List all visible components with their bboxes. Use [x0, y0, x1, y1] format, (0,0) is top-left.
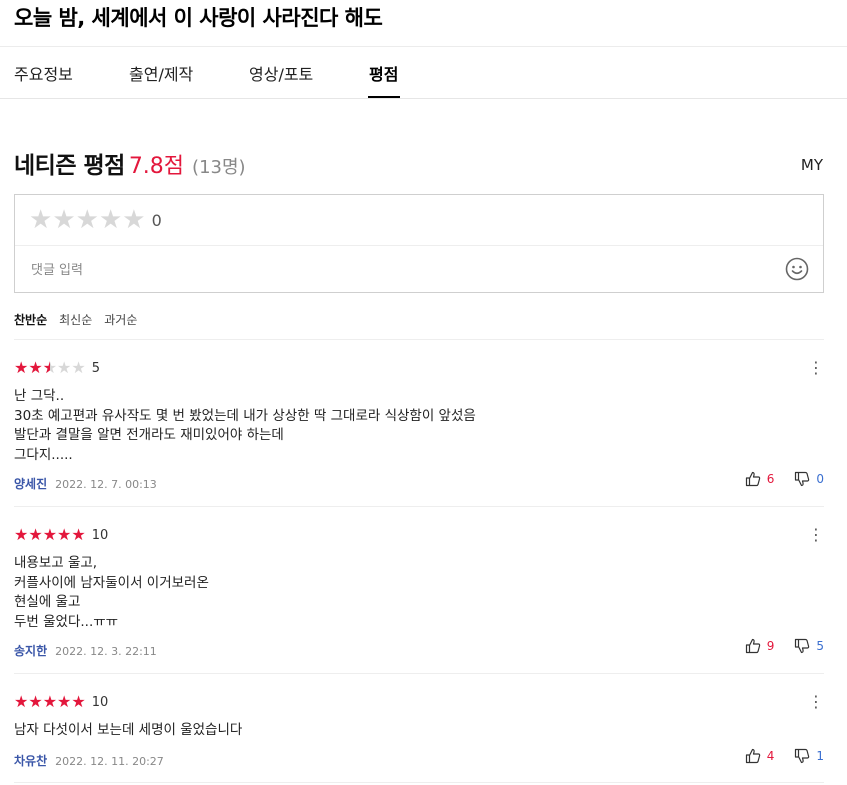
review-text: 남자 다섯이서 보는데 세명이 울었습니다 — [14, 722, 243, 738]
star-half-icon: ★ — [43, 360, 57, 377]
downvote-count: 0 — [816, 472, 824, 486]
rating-label: 네티즌 평점 — [14, 153, 125, 179]
page-title: 오늘 밤, 세계에서 이 사랑이 사라진다 해도 — [14, 6, 383, 30]
star-icon: ★ — [14, 692, 29, 711]
star-icon: ★ — [14, 525, 29, 544]
review-rating: ★ ★ ★ ★ ★ 5 — [14, 358, 100, 377]
tab-media[interactable]: 영상/포토 — [249, 61, 313, 85]
divider — [15, 245, 823, 246]
rating-score: 7.8점 — [128, 154, 185, 179]
rating-header: 네티즌 평점 7.8점 (13명) — [14, 146, 246, 180]
comment-input[interactable] — [31, 255, 771, 285]
review-meta: 송지한 2022. 12. 3. 22:11 — [14, 640, 157, 659]
review-score: 10 — [91, 527, 109, 543]
review-meta: 양세진 2022. 12. 7. 00:13 — [14, 473, 157, 492]
sort-latest[interactable]: 최신순 — [59, 313, 92, 327]
review-date: 2022. 12. 11. 20:27 — [55, 755, 164, 768]
star-icon[interactable]: ★ — [29, 207, 52, 233]
sort-recommended[interactable]: 찬반순 — [14, 313, 47, 327]
tab-cast[interactable]: 출연/제작 — [129, 61, 193, 85]
more-options-icon[interactable]: ⋮ — [808, 360, 824, 376]
star-icon: ★ — [28, 525, 43, 544]
rating-count: (13명) — [192, 157, 246, 178]
review-rating: ★ ★ ★ ★ ★ 10 — [14, 527, 108, 543]
thumbs-up-icon[interactable] — [745, 638, 761, 654]
review-votes: 4 1 — [745, 748, 824, 764]
emoji-icon[interactable] — [785, 257, 809, 281]
review-date: 2022. 12. 3. 22:11 — [55, 645, 157, 658]
tab-ratings[interactable]: 평점 — [369, 61, 398, 85]
star-icon: ★ — [71, 525, 86, 544]
star-icon: ★ — [57, 358, 72, 377]
downvote-count: 5 — [816, 639, 824, 653]
thumbs-down-icon[interactable] — [794, 638, 810, 654]
review-score: 5 — [91, 360, 100, 376]
star-icon: ★ — [28, 358, 43, 377]
star-icon: ★ — [14, 358, 29, 377]
my-rating-link[interactable]: MY — [801, 156, 823, 174]
sort-options: 찬반순 최신순 과거순 — [14, 311, 149, 328]
review-votes: 6 0 — [745, 471, 824, 487]
review-score: 10 — [91, 694, 109, 710]
star-icon: ★ — [57, 525, 72, 544]
divider — [14, 782, 824, 783]
star-icon: ★ — [42, 692, 58, 711]
sort-oldest[interactable]: 과거순 — [104, 313, 137, 327]
star-input[interactable]: ★ ★ ★ ★ ★ 0 — [29, 207, 162, 233]
more-options-icon[interactable]: ⋮ — [808, 527, 824, 543]
review-item: ★ ★ ★ ★ ★ 10 ⋮ 내용보고 울고, 커플사이에 남자둘이서 이거보러… — [14, 527, 824, 667]
review-item: ★ ★ ★ ★ ★ 5 ⋮ 난 그닥.. 30초 예고편과 유사작도 몇 번 봤… — [14, 360, 824, 500]
review-text: 내용보고 울고, 커플사이에 남자둘이서 이거보러온 현실에 울고 두번 울었다… — [14, 555, 209, 630]
divider — [14, 673, 824, 674]
star-input-value: 0 — [151, 210, 162, 230]
thumbs-up-icon[interactable] — [745, 748, 761, 764]
review-item: ★ ★ ★ ★ ★ 10 ⋮ 남자 다섯이서 보는데 세명이 울었습니다 차유찬… — [14, 694, 824, 774]
star-icon[interactable]: ★ — [99, 207, 122, 233]
upvote-count: 9 — [766, 639, 775, 653]
star-icon[interactable]: ★ — [52, 207, 75, 233]
comment-box: ★ ★ ★ ★ ★ 0 — [14, 194, 824, 293]
review-meta: 차유찬 2022. 12. 11. 20:27 — [14, 750, 164, 769]
star-icon: ★ — [71, 692, 86, 711]
thumbs-down-icon[interactable] — [794, 748, 810, 764]
more-options-icon[interactable]: ⋮ — [808, 694, 824, 710]
review-user[interactable]: 양세진 — [14, 477, 47, 491]
thumbs-up-icon[interactable] — [745, 471, 761, 487]
review-date: 2022. 12. 7. 00:13 — [55, 478, 157, 491]
review-user[interactable]: 송지한 — [14, 644, 47, 658]
star-icon[interactable]: ★ — [122, 207, 145, 233]
tab-main-info[interactable]: 주요정보 — [14, 61, 73, 85]
review-user[interactable]: 차유찬 — [14, 754, 47, 768]
divider — [14, 339, 824, 340]
review-rating: ★ ★ ★ ★ ★ 10 — [14, 694, 108, 710]
thumbs-down-icon[interactable] — [794, 471, 810, 487]
upvote-count: 6 — [766, 472, 775, 486]
downvote-count: 1 — [816, 749, 824, 763]
divider — [14, 506, 824, 507]
review-votes: 9 5 — [745, 638, 824, 654]
upvote-count: 4 — [766, 749, 775, 763]
review-text: 난 그닥.. 30초 예고편과 유사작도 몇 번 봤었는데 내가 상상한 딱 그… — [14, 388, 476, 463]
star-icon[interactable]: ★ — [76, 207, 99, 233]
tab-bar: 주요정보 출연/제작 영상/포토 평점 — [0, 47, 847, 99]
star-icon: ★ — [71, 358, 86, 377]
star-icon: ★ — [28, 692, 43, 711]
star-icon: ★ — [57, 692, 72, 711]
star-icon: ★ — [42, 525, 58, 544]
active-tab-indicator — [368, 96, 400, 98]
